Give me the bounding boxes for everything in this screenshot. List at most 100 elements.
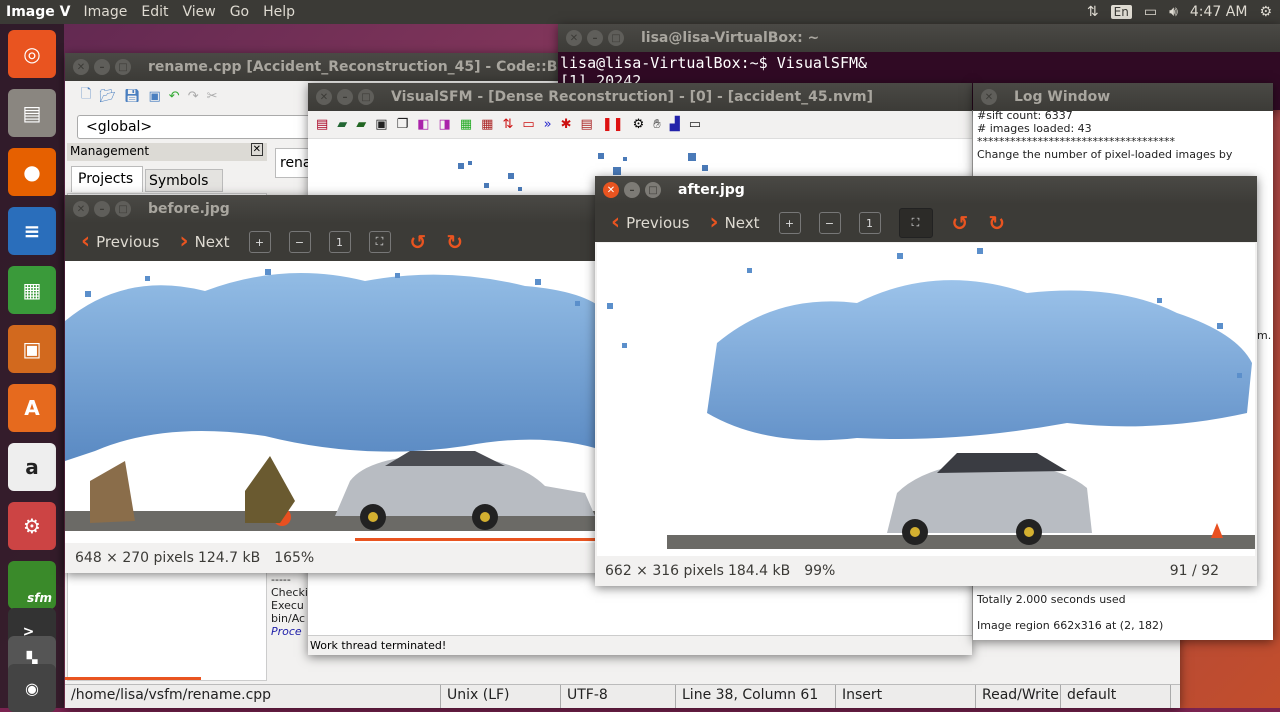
best-fit-icon[interactable]: ⛶ xyxy=(368,231,391,253)
scope-combo[interactable]: <global> xyxy=(77,115,317,139)
image-filesize: 184.4 kB xyxy=(727,563,791,579)
firefox-icon[interactable]: ● xyxy=(8,148,56,196)
minimize-icon[interactable]: – xyxy=(587,30,603,46)
maximize-icon[interactable]: □ xyxy=(608,30,624,46)
menu-image[interactable]: Image xyxy=(76,4,134,20)
open-icon[interactable]: 📂︎ xyxy=(99,89,116,104)
maximize-icon[interactable]: □ xyxy=(115,201,131,217)
maximize-icon[interactable]: □ xyxy=(358,89,374,105)
log-line: # images loaded: 43 xyxy=(977,122,1092,135)
next-button[interactable]: › Next xyxy=(701,208,767,238)
writer-icon[interactable]: ≡ xyxy=(8,207,56,255)
close-panel-icon[interactable]: ✕ xyxy=(250,143,263,156)
amazon-icon[interactable]: a xyxy=(8,443,56,491)
system-settings-icon[interactable]: ⚙ xyxy=(8,502,56,550)
chart-icon[interactable]: ▟ xyxy=(670,117,680,132)
foliage-cloud xyxy=(65,273,605,461)
image-dimensions: 662 × 316 pixels xyxy=(605,563,724,579)
ubuntu-dash-icon[interactable]: ◎ xyxy=(8,30,56,78)
network-icon[interactable]: ⇅ xyxy=(1087,4,1099,20)
impress-icon[interactable]: ▣ xyxy=(8,325,56,373)
best-fit-icon[interactable]: ⛶ xyxy=(898,208,933,238)
menu-view[interactable]: View xyxy=(175,4,222,20)
zoom-in-icon[interactable]: + xyxy=(778,212,801,234)
minimize-icon[interactable]: – xyxy=(624,182,640,198)
cut-icon[interactable]: ✂ xyxy=(207,89,218,104)
normal-size-icon[interactable]: 1 xyxy=(858,212,881,234)
close-icon[interactable]: ✕ xyxy=(316,89,332,105)
new-file-icon[interactable]: 🗋 xyxy=(81,85,91,107)
add-images-icon[interactable]: ▰ xyxy=(356,117,366,132)
battery-icon[interactable]: ▭ xyxy=(1144,4,1157,20)
pause-icon[interactable]: ❚❚ xyxy=(602,117,624,132)
calc-icon[interactable]: ▦ xyxy=(8,266,56,314)
zoom-out-icon[interactable]: − xyxy=(818,212,841,234)
tab-symbols[interactable]: Symbols xyxy=(145,169,223,192)
chevron-right-icon: › xyxy=(179,229,189,254)
before-image[interactable] xyxy=(65,261,605,543)
copy-icon[interactable]: ❐ xyxy=(397,117,409,132)
status-eol: Unix (LF) xyxy=(441,685,561,708)
previous-button[interactable]: ‹ Previous xyxy=(603,208,697,238)
save-all-icon[interactable]: ▣ xyxy=(148,89,160,104)
status-encoding: UTF-8 xyxy=(561,685,676,708)
undo-icon[interactable]: ↶ xyxy=(169,89,180,104)
dense-icon[interactable]: ✱ xyxy=(561,117,572,132)
redo-icon[interactable]: ↷ xyxy=(188,89,199,104)
thumbs-icon[interactable]: ▦ xyxy=(481,117,493,132)
close-icon[interactable]: ✕ xyxy=(73,59,89,75)
close-icon[interactable]: ✕ xyxy=(603,182,619,198)
normal-size-icon[interactable]: 1 xyxy=(328,231,351,253)
log-top-text[interactable]: #sift count: 6337 # images loaded: 43 **… xyxy=(973,107,1273,167)
clock[interactable]: 4:47 AM xyxy=(1190,4,1248,20)
rotate-left-icon[interactable]: ↺ xyxy=(952,211,969,235)
minimize-icon[interactable]: – xyxy=(94,59,110,75)
open-multi-icon[interactable]: ▰ xyxy=(337,117,347,132)
volume-icon[interactable]: 🔊︎ xyxy=(1169,4,1178,20)
close-icon[interactable]: ✕ xyxy=(981,89,997,105)
log-line: Proce xyxy=(271,625,302,638)
maximize-icon[interactable]: □ xyxy=(115,59,131,75)
image-filesize: 124.7 kB xyxy=(197,550,261,566)
previous-button[interactable]: ‹ Previous xyxy=(73,227,167,257)
window-icon[interactable]: ▭ xyxy=(689,117,701,132)
settings-gear-icon[interactable]: ⚙ xyxy=(1259,4,1272,20)
rotate-right-icon[interactable]: ↻ xyxy=(988,211,1005,235)
menu-edit[interactable]: Edit xyxy=(134,4,175,20)
save-icon[interactable]: 💾︎ xyxy=(124,89,141,104)
stop-box-icon[interactable]: ▭ xyxy=(522,117,534,132)
status-path: /home/lisa/vsfm/rename.cpp xyxy=(65,685,441,708)
foliage-cloud xyxy=(707,280,1252,441)
software-center-icon[interactable]: A xyxy=(8,384,56,432)
minimize-icon[interactable]: – xyxy=(94,201,110,217)
status-mode: Insert xyxy=(836,685,976,708)
zoom-in-icon[interactable]: + xyxy=(248,231,271,253)
next-button[interactable]: › Next xyxy=(171,227,237,257)
save-icon[interactable]: ▣ xyxy=(375,117,387,132)
maximize-icon[interactable]: □ xyxy=(645,182,661,198)
keyboard-layout-indicator[interactable]: En xyxy=(1110,5,1132,19)
close-icon[interactable]: ✕ xyxy=(566,30,582,46)
zoom-out-icon[interactable]: − xyxy=(288,231,311,253)
close-icon[interactable]: ✕ xyxy=(73,201,89,217)
after-image[interactable] xyxy=(597,243,1255,556)
files-icon[interactable]: ▤ xyxy=(8,89,56,137)
minimize-icon[interactable]: – xyxy=(337,89,353,105)
tab-projects[interactable]: Projects xyxy=(71,166,143,192)
grid-icon[interactable]: ▦ xyxy=(460,117,472,132)
sparse-icon[interactable]: ⇅ xyxy=(502,117,513,132)
pairwise-icon[interactable]: ◧ xyxy=(417,117,429,132)
hand-icon[interactable]: ✋︎ xyxy=(653,117,660,132)
gear-icon[interactable]: ⚙ xyxy=(633,117,645,132)
match-icon[interactable]: ◨ xyxy=(439,117,451,132)
cmvs-icon[interactable]: ▤ xyxy=(581,117,593,132)
menu-help[interactable]: Help xyxy=(256,4,302,20)
compute-icon[interactable]: » xyxy=(544,117,552,132)
rotate-left-icon[interactable]: ↺ xyxy=(410,230,427,254)
visualsfm-icon-label: sfm xyxy=(27,591,52,605)
list-icon[interactable]: ▤ xyxy=(316,117,328,132)
rotate-right-icon[interactable]: ↻ xyxy=(446,230,463,254)
menu-go[interactable]: Go xyxy=(223,4,256,20)
dvd-icon[interactable]: ◉ xyxy=(8,664,56,712)
visualsfm-icon[interactable]: sfm xyxy=(8,561,56,609)
